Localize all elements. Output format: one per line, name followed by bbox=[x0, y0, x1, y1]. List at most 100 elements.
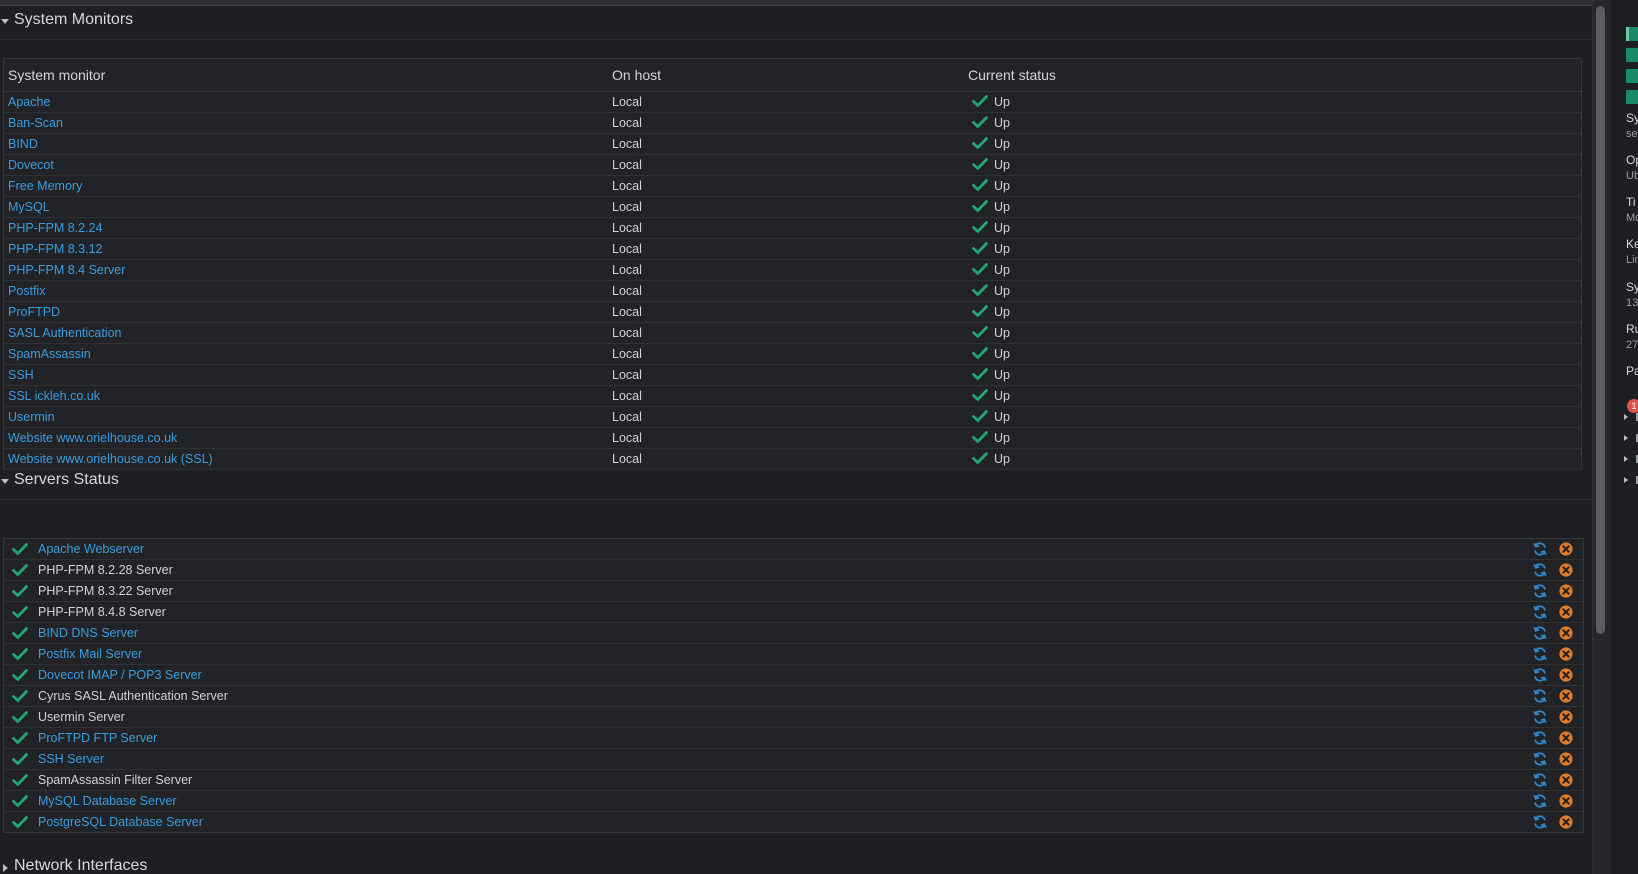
stop-icon[interactable] bbox=[1559, 563, 1573, 577]
expand-triangle-icon[interactable] bbox=[1624, 477, 1628, 483]
stop-icon[interactable] bbox=[1559, 710, 1573, 724]
server-row: PHP-FPM 8.3.22 Server bbox=[4, 581, 1583, 602]
system-monitors-header[interactable]: System Monitors bbox=[0, 5, 1592, 40]
monitor-link[interactable]: Usermin bbox=[8, 410, 55, 424]
stop-icon[interactable] bbox=[1559, 773, 1573, 787]
restart-icon[interactable] bbox=[1532, 646, 1548, 662]
monitor-status-cell: Up bbox=[964, 259, 1582, 281]
server-link[interactable]: Dovecot IMAP / POP3 Server bbox=[38, 668, 202, 682]
network-interfaces-header[interactable]: Network Interfaces bbox=[0, 853, 1592, 874]
server-link[interactable]: Apache Webserver bbox=[38, 542, 144, 556]
restart-icon[interactable] bbox=[1532, 562, 1548, 578]
restart-icon[interactable] bbox=[1532, 604, 1548, 620]
monitor-link[interactable]: ProFTPD bbox=[8, 305, 60, 319]
server-link[interactable]: BIND DNS Server bbox=[38, 626, 138, 640]
check-icon bbox=[972, 179, 988, 191]
server-link[interactable]: ProFTPD FTP Server bbox=[38, 731, 157, 745]
restart-icon[interactable] bbox=[1532, 730, 1548, 746]
monitor-link[interactable]: Free Memory bbox=[8, 179, 82, 193]
stop-icon[interactable] bbox=[1559, 605, 1573, 619]
column-header-host[interactable]: On host bbox=[608, 58, 964, 92]
usage-bar bbox=[1626, 48, 1638, 62]
monitor-link[interactable]: Website www.orielhouse.co.uk bbox=[8, 431, 177, 445]
stop-icon[interactable] bbox=[1559, 731, 1573, 745]
server-row: Cyrus SASL Authentication Server bbox=[4, 686, 1583, 707]
monitor-link[interactable]: BIND bbox=[8, 137, 38, 151]
servers-status-header[interactable]: Servers Status bbox=[0, 465, 1592, 500]
column-header-monitor[interactable]: System monitor bbox=[3, 58, 608, 92]
stop-icon[interactable] bbox=[1559, 815, 1573, 829]
column-header-status[interactable]: Current status bbox=[964, 58, 1582, 92]
server-link[interactable]: MySQL Database Server bbox=[38, 794, 176, 808]
restart-icon[interactable] bbox=[1532, 583, 1548, 599]
restart-icon[interactable] bbox=[1532, 793, 1548, 809]
restart-icon[interactable] bbox=[1532, 688, 1548, 704]
restart-icon[interactable] bbox=[1532, 709, 1548, 725]
monitor-link[interactable]: PHP-FPM 8.2.24 bbox=[8, 221, 102, 235]
restart-icon[interactable] bbox=[1532, 772, 1548, 788]
server-row: SpamAssassin Filter Server bbox=[4, 770, 1583, 791]
server-link[interactable]: Postfix Mail Server bbox=[38, 647, 142, 661]
table-row: Dovecot Local Up bbox=[3, 154, 1582, 176]
stop-icon[interactable] bbox=[1559, 668, 1573, 682]
main-content: System Monitors System monitor On host C… bbox=[0, 0, 1592, 874]
monitor-host-cell: Local bbox=[608, 364, 964, 386]
check-icon bbox=[12, 627, 28, 639]
stop-icon[interactable] bbox=[1559, 752, 1573, 766]
monitor-link[interactable]: Dovecot bbox=[8, 158, 54, 172]
monitor-name-cell: PHP-FPM 8.3.12 bbox=[3, 238, 608, 260]
monitor-link[interactable]: SpamAssassin bbox=[8, 347, 91, 361]
expand-triangle-icon[interactable] bbox=[1624, 435, 1628, 441]
expand-triangle-icon[interactable] bbox=[1624, 414, 1628, 420]
expand-triangle-icon[interactable] bbox=[1624, 456, 1628, 462]
monitor-name-cell: SpamAssassin bbox=[3, 343, 608, 365]
monitor-name-cell: SSH bbox=[3, 364, 608, 386]
table-row: SSH Local Up bbox=[3, 364, 1582, 386]
status-text: Up bbox=[994, 242, 1010, 256]
server-name: SpamAssassin Filter Server bbox=[38, 773, 193, 787]
monitor-link[interactable]: SASL Authentication bbox=[8, 326, 122, 340]
check-icon bbox=[972, 452, 988, 464]
check-icon bbox=[12, 795, 28, 807]
monitor-link[interactable]: Ban-Scan bbox=[8, 116, 63, 130]
stop-icon[interactable] bbox=[1559, 626, 1573, 640]
restart-icon[interactable] bbox=[1532, 541, 1548, 557]
monitor-host-cell: Local bbox=[608, 259, 964, 281]
section-title: System Monitors bbox=[14, 11, 134, 28]
restart-icon[interactable] bbox=[1532, 625, 1548, 641]
monitor-name-cell: Usermin bbox=[3, 406, 608, 428]
monitor-name-cell: SSL ickleh.co.uk bbox=[3, 385, 608, 407]
scrollbar-thumb[interactable] bbox=[1596, 6, 1605, 634]
stop-icon[interactable] bbox=[1559, 584, 1573, 598]
monitor-host-cell: Local bbox=[608, 280, 964, 302]
check-icon bbox=[12, 711, 28, 723]
monitor-link[interactable]: Apache bbox=[8, 95, 50, 109]
package-updates-badge[interactable]: 1 bbox=[1627, 399, 1638, 413]
usage-bar bbox=[1626, 69, 1638, 83]
monitor-link[interactable]: PHP-FPM 8.4 Server bbox=[8, 263, 125, 277]
monitor-link[interactable]: SSL ickleh.co.uk bbox=[8, 389, 100, 403]
monitor-name-cell: BIND bbox=[3, 133, 608, 155]
server-link[interactable]: PostgreSQL Database Server bbox=[38, 815, 203, 829]
stop-icon[interactable] bbox=[1559, 689, 1573, 703]
servers-status-list: Apache Webserver PHP-FPM 8.2.28 Server PHP… bbox=[3, 538, 1584, 833]
restart-icon[interactable] bbox=[1532, 667, 1548, 683]
monitor-link[interactable]: Postfix bbox=[8, 284, 46, 298]
stop-icon[interactable] bbox=[1559, 794, 1573, 808]
monitor-link[interactable]: SSH bbox=[8, 368, 34, 382]
stop-icon[interactable] bbox=[1559, 647, 1573, 661]
status-text: Up bbox=[994, 137, 1010, 151]
section-title: Servers Status bbox=[14, 471, 119, 488]
restart-icon[interactable] bbox=[1532, 814, 1548, 830]
monitor-link[interactable]: MySQL bbox=[8, 200, 50, 214]
monitor-link[interactable]: Website www.orielhouse.co.uk (SSL) bbox=[8, 452, 213, 466]
restart-icon[interactable] bbox=[1532, 751, 1548, 767]
table-row: BIND Local Up bbox=[3, 133, 1582, 155]
check-icon bbox=[972, 368, 988, 380]
monitor-link[interactable]: PHP-FPM 8.3.12 bbox=[8, 242, 102, 256]
monitor-name-cell: Ban-Scan bbox=[3, 112, 608, 134]
server-link[interactable]: SSH Server bbox=[38, 752, 104, 766]
monitor-name-cell: MySQL bbox=[3, 196, 608, 218]
stop-icon[interactable] bbox=[1559, 542, 1573, 556]
info-value: se bbox=[1626, 128, 1638, 140]
